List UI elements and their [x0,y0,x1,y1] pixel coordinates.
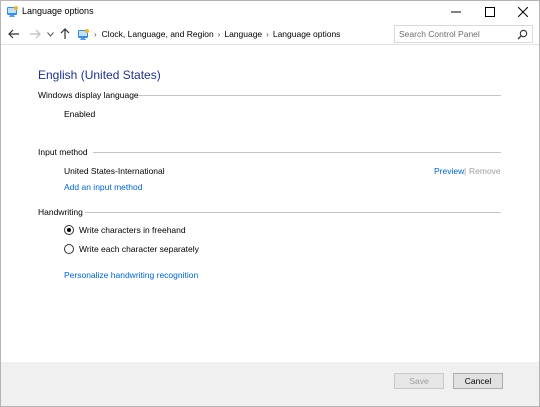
search-icon[interactable] [517,29,528,40]
up-button[interactable] [59,26,71,42]
chevron-right-icon[interactable]: › [266,30,269,39]
breadcrumb: › Clock, Language, and Region › Language… [94,29,340,39]
page-title: English (United States) [38,68,161,82]
radio-freehand[interactable]: Write characters in freehand [64,225,186,235]
radio-each-character-label[interactable]: Write each character separately [79,244,199,254]
minimize-button[interactable] [439,1,473,22]
save-button[interactable]: Save [394,373,444,389]
navigation-bar: › Clock, Language, and Region › Language… [1,23,539,45]
section-divider [93,152,501,153]
radio-each-character[interactable]: Write each character separately [64,244,199,254]
window-title: Language options [22,6,94,16]
input-method-item: United States-International [64,166,165,176]
recent-locations-button[interactable] [45,26,55,42]
add-input-method-link[interactable]: Add an input method [64,182,142,192]
preview-link[interactable]: Preview [434,166,464,176]
breadcrumb-clock-language-region[interactable]: Clock, Language, and Region [102,29,214,39]
language-options-window: Language options › Clock, Language, and … [0,0,540,407]
address-box[interactable]: › Clock, Language, and Region › Language… [74,25,459,43]
forward-button[interactable] [28,26,42,42]
link-separator: | [464,166,467,176]
chevron-down-icon [46,31,54,37]
cancel-button[interactable]: Cancel [453,373,503,389]
chevron-right-icon[interactable]: › [218,30,221,39]
personalize-handwriting-link[interactable]: Personalize handwriting recognition [64,270,198,280]
minimize-icon [451,11,461,12]
remove-link[interactable]: Remove [469,166,501,176]
radio-button-selected[interactable] [64,225,74,235]
input-method-section-title: Input method [38,147,88,157]
arrow-up-icon [60,28,70,39]
display-language-status: Enabled [64,109,96,119]
handwriting-section-title: Handwriting [38,207,83,217]
display-language-section-title: Windows display language [38,90,139,100]
maximize-button[interactable] [473,1,507,22]
maximize-icon [485,6,495,17]
close-button[interactable] [506,1,540,22]
control-panel-icon [77,28,90,41]
back-button[interactable] [7,26,21,42]
title-bar: Language options [1,1,539,22]
section-divider [138,95,501,96]
arrow-right-icon [30,29,41,39]
control-panel-icon [6,5,19,18]
breadcrumb-language[interactable]: Language [224,29,262,39]
search-box[interactable] [394,25,533,43]
close-icon [518,6,528,17]
search-input[interactable] [399,28,511,40]
radio-button[interactable] [64,244,74,254]
arrow-left-icon [8,29,19,39]
chevron-right-icon[interactable]: › [94,30,97,39]
breadcrumb-language-options[interactable]: Language options [273,29,341,39]
section-divider [85,212,501,213]
radio-freehand-label[interactable]: Write characters in freehand [79,225,186,235]
